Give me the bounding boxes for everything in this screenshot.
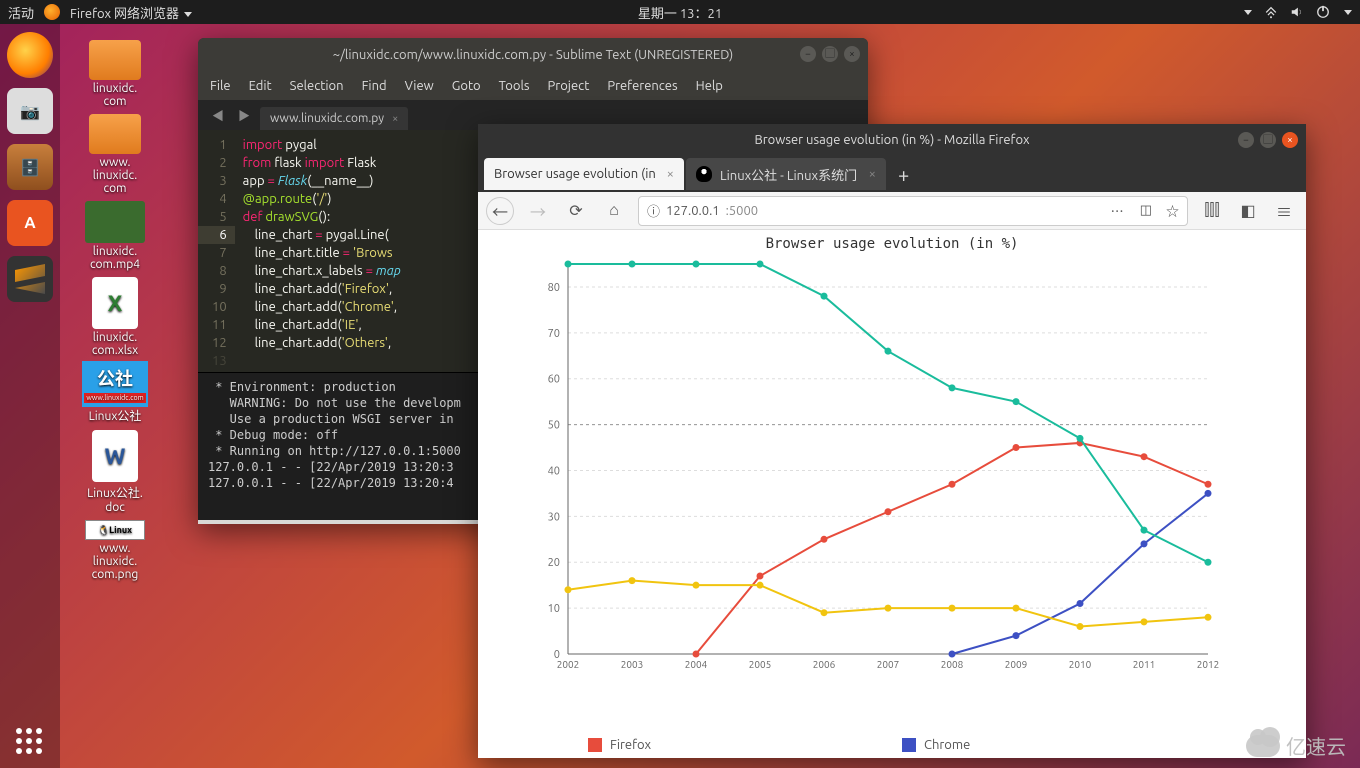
close-button[interactable]: × [844, 46, 860, 62]
svg-text:2008: 2008 [941, 659, 964, 670]
menu-tools[interactable]: Tools [499, 79, 530, 93]
menu-find[interactable]: Find [362, 79, 387, 93]
desktop-icons: linuxidc. com www. linuxidc. com linuxid… [70, 40, 160, 581]
activities-button[interactable]: 活动 [8, 3, 34, 22]
desktop-png2[interactable]: 🐧Linuxwww. linuxidc. com.png [70, 520, 160, 581]
menu-help[interactable]: Help [696, 79, 723, 93]
new-tab-button[interactable]: + [888, 163, 919, 186]
desktop-video[interactable]: linuxidc. com.mp4 [70, 201, 160, 271]
svg-text:80: 80 [548, 282, 560, 294]
reader-icon[interactable]: ◫ [1140, 203, 1152, 218]
maximize-button[interactable]: ▢ [822, 46, 838, 62]
firefox-menu-icon [44, 4, 60, 20]
menu-file[interactable]: File [210, 79, 231, 93]
close-tab-icon[interactable]: × [869, 167, 876, 181]
menu-goto[interactable]: Goto [452, 79, 481, 93]
show-applications[interactable] [16, 728, 42, 754]
desktop-png[interactable]: 公社www.linuxidc.comLinux公社 [70, 363, 160, 424]
power-icon[interactable] [1316, 5, 1330, 19]
sublime-menu: File Edit Selection Find View Goto Tools… [198, 72, 868, 100]
browser-tab[interactable]: Linux公社 - Linux系统门× [686, 158, 886, 190]
launcher-dock: 📷 🗄️ A [0, 24, 60, 768]
svg-text:2007: 2007 [877, 659, 900, 670]
svg-text:50: 50 [548, 420, 560, 432]
firefox-window: Browser usage evolution (in %) - Mozilla… [478, 124, 1306, 758]
page-content: Browser usage evolution (in %) 010203040… [478, 230, 1306, 758]
network-icon[interactable] [1264, 5, 1278, 19]
menu-project[interactable]: Project [548, 79, 590, 93]
active-app-label[interactable]: Firefox 网络浏览器 [70, 3, 192, 22]
svg-text:2004: 2004 [685, 659, 708, 670]
svg-text:30: 30 [548, 511, 560, 523]
svg-text:2006: 2006 [813, 659, 836, 670]
dock-sublime[interactable] [7, 256, 53, 302]
menu-selection[interactable]: Selection [290, 79, 344, 93]
svg-text:2009: 2009 [1005, 659, 1028, 670]
reload-button[interactable]: ⟳ [562, 197, 590, 225]
page-actions-icon[interactable]: ⋯ [1111, 201, 1126, 220]
svg-text:70: 70 [548, 328, 560, 340]
sidebar-icon[interactable]: ◧ [1234, 197, 1262, 225]
back-button[interactable]: ← [486, 197, 514, 225]
home-button[interactable]: ⌂ [600, 197, 628, 225]
legend-item[interactable]: Chrome [902, 738, 1216, 752]
cloud-icon [1246, 735, 1280, 757]
svg-text:40: 40 [548, 465, 560, 477]
url-host: 127.0.0.1 [666, 204, 720, 218]
legend-item[interactable]: Firefox [588, 738, 902, 752]
menu-preferences[interactable]: Preferences [607, 79, 677, 93]
volume-icon[interactable] [1290, 5, 1304, 19]
desktop-doc[interactable]: WLinux公社. doc [70, 430, 160, 514]
maximize-button[interactable]: ▢ [1260, 132, 1276, 148]
tab-scroll-left[interactable]: ◀ [208, 107, 228, 124]
menu-view[interactable]: View [405, 79, 434, 93]
svg-text:2002: 2002 [557, 659, 580, 670]
editor-tab[interactable]: www.linuxidc.com.py× [260, 107, 408, 130]
menu-edit[interactable]: Edit [249, 79, 272, 93]
tab-scroll-right[interactable]: ▶ [234, 107, 254, 124]
line-chart: 0102030405060708020022003200420052006200… [478, 254, 1238, 684]
chart-legend: FirefoxChromeIEOthers [478, 734, 1306, 758]
forward-button[interactable]: → [524, 197, 552, 225]
dock-firefox[interactable] [7, 32, 53, 78]
clock[interactable]: 星期一 13：21 [638, 3, 722, 22]
sublime-titlebar[interactable]: ~/linuxidc.com/www.linuxidc.com.py - Sub… [198, 38, 868, 72]
close-tab-icon[interactable]: × [667, 167, 674, 181]
close-tab-icon[interactable]: × [392, 113, 398, 125]
info-icon[interactable]: ⓘ [647, 201, 660, 220]
desktop-folder[interactable]: www. linuxidc. com [70, 114, 160, 195]
svg-text:10: 10 [548, 603, 560, 615]
svg-text:2005: 2005 [749, 659, 772, 670]
input-source-indicator[interactable] [1244, 10, 1252, 15]
tux-icon [696, 166, 712, 182]
library-icon[interactable]: ⫿⫿⫿ [1198, 197, 1226, 225]
address-bar[interactable]: ⓘ 127.0.0.1 :5000 ⋯ ◫ ☆ [638, 196, 1188, 226]
system-menu-caret-icon[interactable] [1344, 10, 1352, 15]
minimize-button[interactable]: − [1238, 132, 1254, 148]
dock-camera[interactable]: 📷 [7, 88, 53, 134]
svg-text:2010: 2010 [1069, 659, 1092, 670]
close-button[interactable]: × [1282, 132, 1298, 148]
bookmark-star-icon[interactable]: ☆ [1166, 201, 1179, 220]
minimize-button[interactable]: − [800, 46, 816, 62]
watermark: 亿速云 [1246, 731, 1346, 760]
chart-title: Browser usage evolution (in %) [478, 230, 1306, 254]
firefox-titlebar[interactable]: Browser usage evolution (in %) - Mozilla… [478, 124, 1306, 156]
desktop-folder[interactable]: linuxidc. com [70, 40, 160, 108]
dock-files[interactable]: 🗄️ [7, 144, 53, 190]
dock-software[interactable]: A [7, 200, 53, 246]
svg-text:2012: 2012 [1197, 659, 1220, 670]
svg-text:2003: 2003 [621, 659, 644, 670]
hamburger-menu-icon[interactable]: ≡ [1270, 197, 1298, 225]
url-port: :5000 [726, 204, 759, 218]
svg-text:20: 20 [548, 557, 560, 569]
svg-text:60: 60 [548, 374, 560, 386]
browser-tab-active[interactable]: Browser usage evolution (in× [484, 158, 684, 190]
desktop-xlsx[interactable]: Xlinuxidc. com.xlsx [70, 277, 160, 357]
svg-text:2011: 2011 [1133, 659, 1156, 670]
